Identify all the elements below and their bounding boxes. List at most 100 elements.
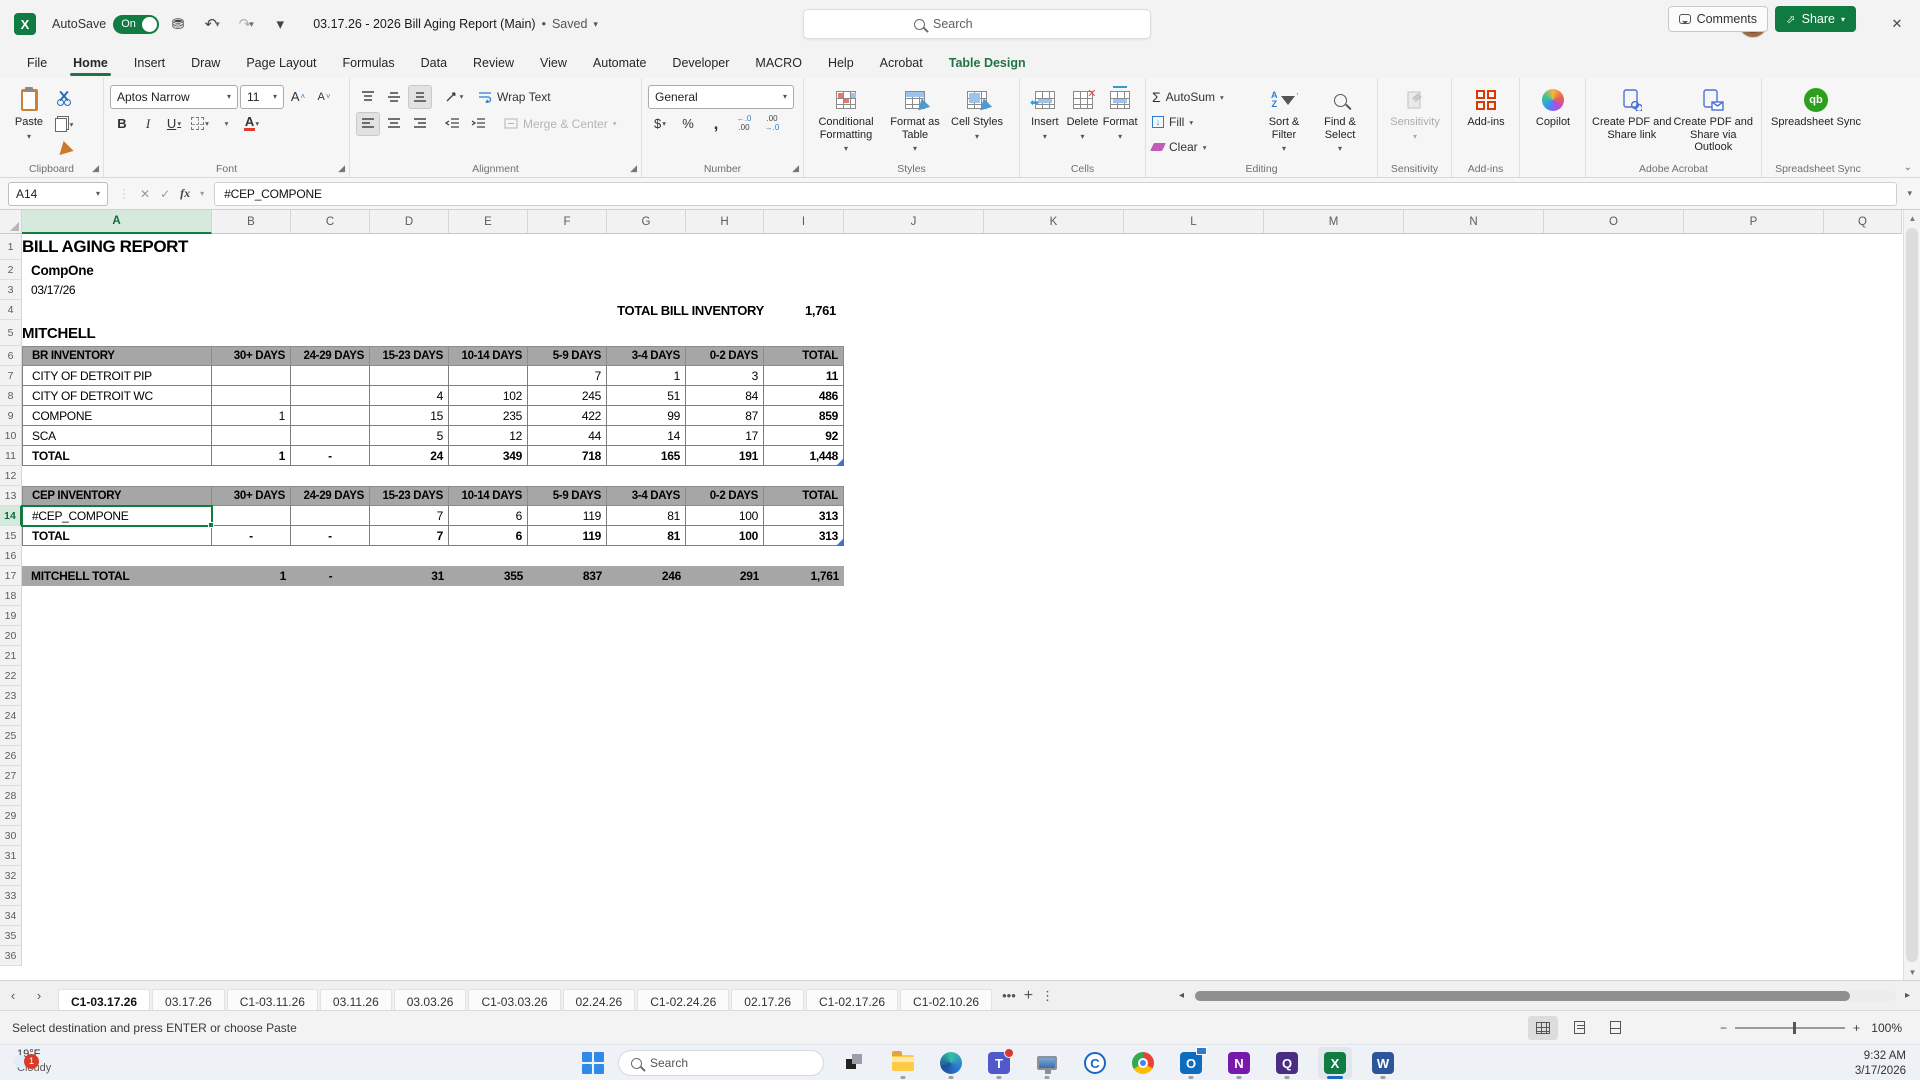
shrink-font-button[interactable]: A ˅ xyxy=(312,85,336,109)
word-icon[interactable]: W xyxy=(1366,1047,1400,1079)
share-button[interactable]: ⬀ Share ▾ xyxy=(1775,6,1856,32)
sort-filter-button[interactable]: AZ Sort & Filter ▾ xyxy=(1256,83,1312,157)
cell-styles-button[interactable]: Cell Styles ▾ xyxy=(948,83,1006,157)
cell-G6[interactable]: 3-4 DAYS xyxy=(607,346,686,366)
column-header-L[interactable]: L xyxy=(1124,210,1264,234)
row-header-24[interactable]: 24 xyxy=(0,706,22,726)
ribbon-tab-draw[interactable]: Draw xyxy=(178,50,233,78)
edge-icon[interactable] xyxy=(934,1047,968,1079)
row-header-12[interactable]: 12 xyxy=(0,466,22,486)
cell-A9[interactable]: COMPONE xyxy=(22,406,212,426)
decrease-indent-button[interactable] xyxy=(440,112,464,136)
conditional-formatting-button[interactable]: Conditional Formatting ▾ xyxy=(810,83,882,157)
cell-A14[interactable]: #CEP_COMPONE xyxy=(21,505,214,528)
row-header-20[interactable]: 20 xyxy=(0,626,22,646)
task-view-icon[interactable] xyxy=(838,1047,872,1079)
ribbon-tab-developer[interactable]: Developer xyxy=(659,50,742,78)
app-q-icon[interactable]: Q xyxy=(1270,1047,1304,1079)
cell-H14[interactable]: 100 xyxy=(686,506,764,526)
titlebar-search-input[interactable]: Search xyxy=(803,9,1151,39)
copilot-button[interactable]: Copilot xyxy=(1526,83,1580,157)
cell-G10[interactable]: 14 xyxy=(607,426,686,446)
cell-A1[interactable]: BILL AGING REPORT xyxy=(22,234,370,260)
column-header-Q[interactable]: Q xyxy=(1824,210,1902,234)
cell-H8[interactable]: 84 xyxy=(686,386,764,406)
collapse-ribbon-chevron-icon[interactable]: ⌄ xyxy=(1904,162,1912,173)
vertical-scrollbar[interactable]: ▲ ▼ xyxy=(1903,210,1920,980)
column-header-M[interactable]: M xyxy=(1264,210,1404,234)
row-header-29[interactable]: 29 xyxy=(0,806,22,826)
row-header-27[interactable]: 27 xyxy=(0,766,22,786)
cell-F4[interactable]: TOTAL BILL INVENTORY xyxy=(528,300,764,320)
cell-C7[interactable] xyxy=(291,366,370,386)
cell-A17[interactable]: MITCHELL TOTAL xyxy=(22,566,212,586)
cell-I10[interactable]: 92 xyxy=(764,426,844,446)
row-header-32[interactable]: 32 xyxy=(0,866,22,886)
comments-button[interactable]: Comments xyxy=(1667,6,1768,32)
cell-E17[interactable]: 355 xyxy=(449,566,528,586)
cell-E10[interactable]: 12 xyxy=(449,426,528,446)
cell-F13[interactable]: 5-9 DAYS xyxy=(528,486,607,506)
close-button[interactable]: ✕ xyxy=(1874,0,1920,48)
row-header-36[interactable]: 36 xyxy=(0,946,22,966)
row-header-15[interactable]: 15 xyxy=(0,526,22,546)
cell-C11[interactable]: - xyxy=(291,446,370,466)
zoom-out-icon[interactable]: − xyxy=(1720,1021,1727,1035)
cell-F9[interactable]: 422 xyxy=(528,406,607,426)
cell-H9[interactable]: 87 xyxy=(686,406,764,426)
zoom-percent[interactable]: 100% xyxy=(1871,1021,1902,1035)
cell-C10[interactable] xyxy=(291,426,370,446)
cell-D17[interactable]: 31 xyxy=(370,566,449,586)
format-painter-button[interactable] xyxy=(52,138,76,162)
column-header-N[interactable]: N xyxy=(1404,210,1544,234)
row-header-5[interactable]: 5 xyxy=(0,320,22,346)
scroll-up-icon[interactable]: ▲ xyxy=(1904,210,1920,226)
merge-center-button[interactable]: Merge & Center ▾ xyxy=(504,112,616,136)
save-icon[interactable]: ⛃ xyxy=(163,9,193,39)
ribbon-tab-data[interactable]: Data xyxy=(408,50,460,78)
row-header-7[interactable]: 7 xyxy=(0,366,22,386)
cell-G14[interactable]: 81 xyxy=(607,506,686,526)
ribbon-tab-formulas[interactable]: Formulas xyxy=(330,50,408,78)
cell-I17[interactable]: 1,761 xyxy=(764,566,844,586)
taskbar-search-input[interactable]: Search xyxy=(618,1050,824,1076)
row-header-21[interactable]: 21 xyxy=(0,646,22,666)
scroll-left-icon[interactable]: ◂ xyxy=(1179,990,1184,1001)
column-header-A[interactable]: A xyxy=(22,210,212,234)
redo-icon[interactable]: ↷ ▾ xyxy=(231,9,261,39)
ribbon-tab-help[interactable]: Help xyxy=(815,50,867,78)
fill-handle[interactable] xyxy=(208,522,214,528)
cell-A13[interactable]: CEP INVENTORY xyxy=(22,486,212,506)
row-header-13[interactable]: 13 xyxy=(0,486,22,506)
cell-G17[interactable]: 246 xyxy=(607,566,686,586)
cell-G15[interactable]: 81 xyxy=(607,526,686,546)
ribbon-tab-automate[interactable]: Automate xyxy=(580,50,660,78)
underline-button[interactable]: U ▾ xyxy=(162,112,186,136)
formula-input[interactable]: #CEP_COMPONE xyxy=(214,181,1898,206)
ribbon-tab-file[interactable]: File xyxy=(14,50,60,78)
italic-button[interactable]: I xyxy=(136,112,160,136)
row-header-8[interactable]: 8 xyxy=(0,386,22,406)
cell-A11[interactable]: TOTAL xyxy=(22,446,212,466)
comma-format-button[interactable]: , xyxy=(704,112,728,136)
column-header-E[interactable]: E xyxy=(449,210,528,234)
cell-H13[interactable]: 0-2 DAYS xyxy=(686,486,764,506)
font-color-button[interactable]: A ▾ xyxy=(240,112,264,136)
row-header-26[interactable]: 26 xyxy=(0,746,22,766)
row-header-3[interactable]: 3 xyxy=(0,280,22,300)
cell-B17[interactable]: 1 xyxy=(212,566,291,586)
column-header-I[interactable]: I xyxy=(764,210,844,234)
currency-format-button[interactable]: $ ▾ xyxy=(648,112,672,136)
fx-chevron-icon[interactable]: ▾ xyxy=(200,189,204,198)
cell-F17[interactable]: 837 xyxy=(528,566,607,586)
alignment-dialog-launcher[interactable]: ◢ xyxy=(630,163,637,174)
sheet-next-icon[interactable]: › xyxy=(26,988,52,1003)
row-header-30[interactable]: 30 xyxy=(0,826,22,846)
taskbar-clock[interactable]: 9:32 AM 3/17/2026 xyxy=(1855,1049,1906,1079)
column-header-B[interactable]: B xyxy=(212,210,291,234)
row-header-19[interactable]: 19 xyxy=(0,606,22,626)
cell-G8[interactable]: 51 xyxy=(607,386,686,406)
column-header-C[interactable]: C xyxy=(291,210,370,234)
scroll-right-icon[interactable]: ▸ xyxy=(1905,990,1910,1001)
add-sheet-button[interactable]: + xyxy=(1024,987,1033,1005)
